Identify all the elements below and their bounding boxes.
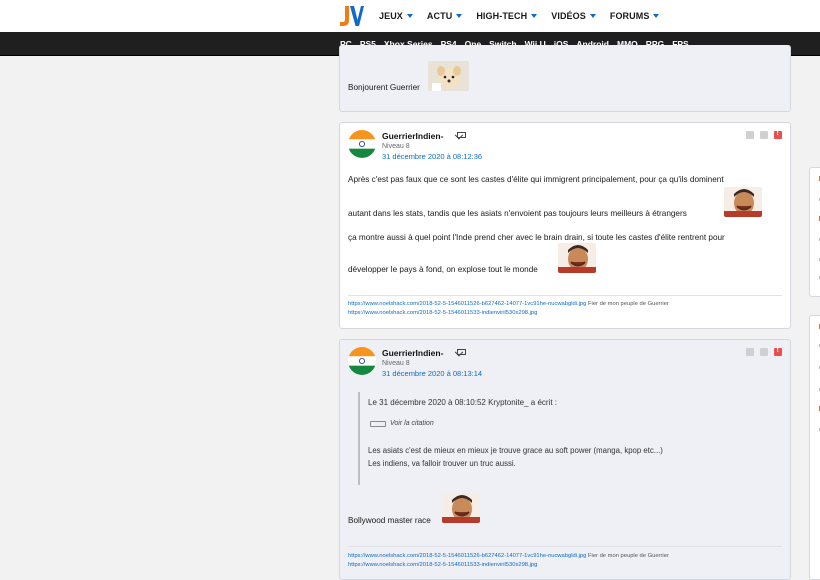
signature-divider	[348, 546, 782, 547]
signature-note: Fier de mon peuple de Guerrier	[586, 553, 669, 559]
signature-divider	[348, 295, 782, 296]
chevron-down-icon	[406, 14, 413, 18]
menu-label: JEUX	[379, 11, 403, 21]
sidebar-card	[809, 315, 820, 580]
signature-note: Fier de mon peuple de Guerrier	[586, 301, 669, 307]
post-text: Bonjourent Guerrier	[348, 83, 420, 92]
signature-link[interactable]: https://www.noelshack.com/2018-52-5-1546…	[348, 562, 537, 568]
quote-icon[interactable]	[746, 131, 754, 139]
post-text: Bollywood master race	[348, 516, 431, 525]
chevron-down-icon	[653, 14, 660, 18]
menu-label: ACTU	[426, 11, 453, 21]
post-date-link[interactable]: 31 décembre 2020 à 08:12:36	[382, 152, 482, 161]
author-level: Niveau 8	[382, 143, 410, 150]
permalink-icon[interactable]	[760, 131, 768, 139]
chevron-down-icon	[531, 14, 538, 18]
sidebar-card	[809, 167, 820, 297]
post-text-line: autant dans les stats, tandis que les as…	[348, 209, 687, 218]
signature: https://www.noelshack.com/2018-52-5-1546…	[348, 552, 669, 569]
quote-text-line: Les asiats c'est de mieux en mieux je tr…	[368, 446, 663, 455]
laughing-man-sticker	[442, 493, 480, 523]
blockquote: Le 31 décembre 2020 à 08:10:52 Kryptonit…	[358, 392, 775, 485]
expand-quote-icon[interactable]	[370, 421, 386, 427]
signature-link[interactable]: https://www.noelshack.com/2018-52-5-1546…	[348, 301, 586, 307]
main-menu: JEUX ACTU HIGH-TECH VIDÉOS FORUMS	[379, 0, 673, 32]
signature-link[interactable]: https://www.noelshack.com/2018-52-5-1546…	[348, 553, 586, 559]
forum-post: GuerrierIndien- Niveau 8 31 décembre 202…	[339, 339, 791, 580]
quote-icon[interactable]	[746, 348, 754, 356]
forum-post: GuerrierIndien- Niveau 8 31 décembre 202…	[339, 122, 791, 329]
jv-logo[interactable]	[339, 5, 364, 27]
voir-citation-link[interactable]: Voir la citation	[390, 420, 434, 427]
quote-header: Le 31 décembre 2020 à 08:10:52 Kryptonit…	[368, 398, 558, 407]
mail-icon[interactable]	[457, 132, 466, 138]
dog-sticker-image	[428, 61, 469, 91]
menu-label: HIGH-TECH	[476, 11, 528, 21]
report-icon[interactable]	[774, 130, 782, 139]
author-level: Niveau 8	[382, 360, 410, 367]
author-name[interactable]: GuerrierIndien-	[382, 131, 443, 141]
post-text-line: Après c'est pas faux que ce sont les cas…	[348, 175, 724, 184]
post-date-link[interactable]: 31 décembre 2020 à 08:13:14	[382, 369, 482, 378]
author-name[interactable]: GuerrierIndien-	[382, 348, 443, 358]
menu-forums[interactable]: FORUMS	[610, 11, 660, 21]
forum-post: Bonjourent Guerrier	[339, 45, 791, 112]
post-text-line: ça montre aussi à quel point l'Inde pren…	[348, 233, 725, 242]
report-icon[interactable]	[774, 347, 782, 356]
mail-icon[interactable]	[457, 349, 466, 355]
menu-jeux[interactable]: JEUX	[379, 11, 413, 21]
chevron-down-icon	[456, 14, 463, 18]
laughing-man-sticker	[724, 187, 762, 217]
laughing-man-sticker	[558, 243, 596, 273]
post-actions	[746, 130, 782, 139]
signature: https://www.noelshack.com/2018-52-5-1546…	[348, 300, 669, 317]
top-navigation: JEUX ACTU HIGH-TECH VIDÉOS FORUMS	[0, 0, 820, 32]
post-actions	[746, 347, 782, 356]
menu-actu[interactable]: ACTU	[426, 11, 463, 21]
signature-link[interactable]: https://www.noelshack.com/2018-52-5-1546…	[348, 310, 537, 316]
menu-high-tech[interactable]: HIGH-TECH	[476, 11, 538, 21]
menu-videos[interactable]: VIDÉOS	[551, 11, 596, 21]
menu-label: FORUMS	[609, 11, 650, 21]
post-text-line: développer le pays à fond, on explose to…	[348, 265, 538, 274]
india-flag-avatar[interactable]	[348, 130, 376, 158]
india-flag-avatar[interactable]	[348, 347, 376, 375]
chevron-down-icon	[589, 14, 596, 18]
permalink-icon[interactable]	[760, 348, 768, 356]
quote-text-line: Les indiens, va falloir trouver un truc …	[368, 459, 516, 468]
menu-label: VIDÉOS	[551, 11, 586, 21]
